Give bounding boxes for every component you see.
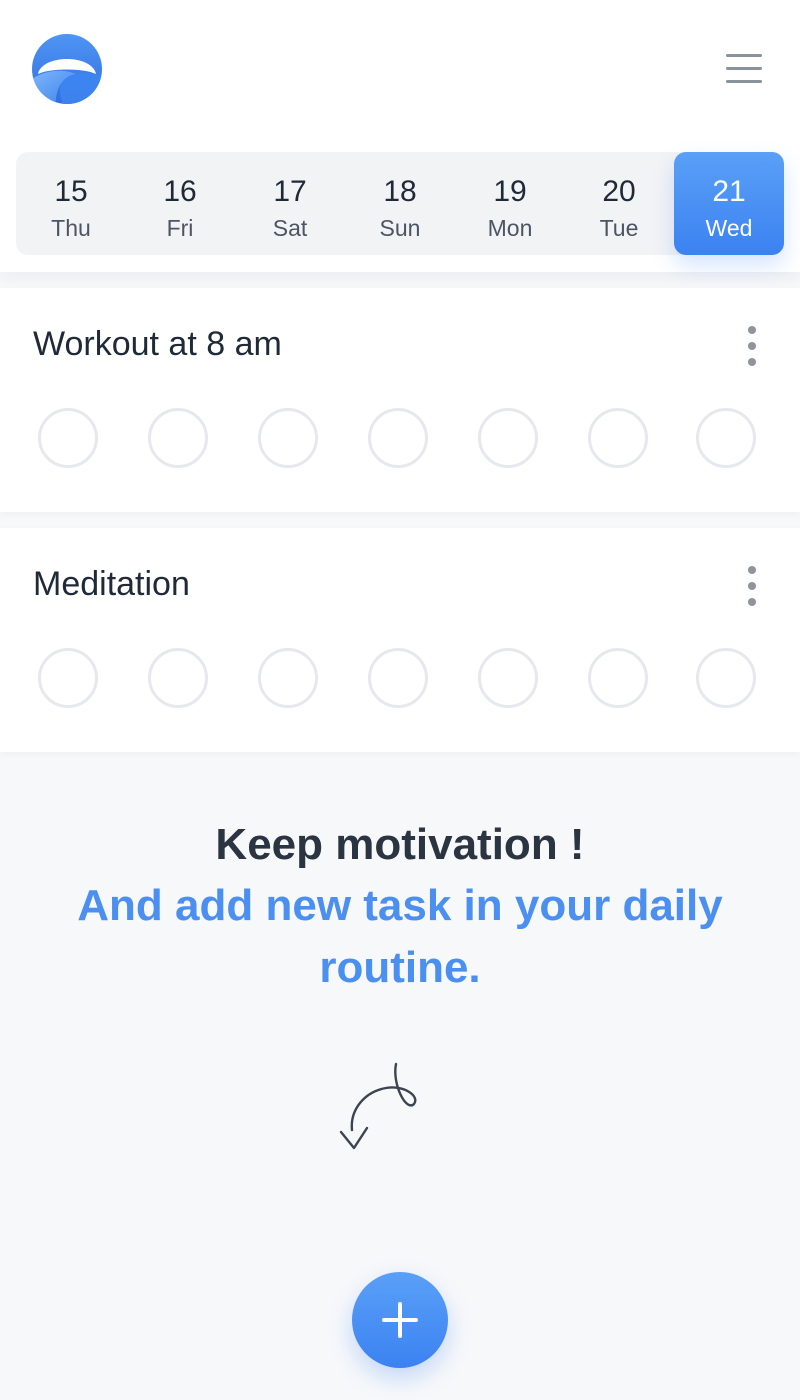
day-check-circle[interactable] — [588, 408, 648, 468]
day-18[interactable]: 18 Sun — [345, 152, 455, 255]
day-check-circle[interactable] — [478, 408, 538, 468]
day-weekday: Sat — [272, 215, 308, 241]
day-check-circle[interactable] — [258, 648, 318, 708]
day-number: 16 — [163, 175, 197, 208]
task-title: Workout at 8 am — [33, 325, 282, 363]
day-21-selected[interactable]: 21 Wed — [674, 152, 784, 255]
menu-bar — [726, 54, 762, 57]
curly-arrow-down-icon — [339, 1062, 417, 1150]
more-vertical-icon[interactable] — [738, 564, 766, 608]
motivation-heading: Keep motivation ! — [215, 820, 585, 869]
day-19[interactable]: 19 Mon — [455, 152, 565, 255]
menu-bar — [726, 80, 762, 83]
task-title: Meditation — [33, 565, 190, 603]
day-number: 18 — [383, 175, 417, 208]
day-check-circle[interactable] — [696, 408, 756, 468]
day-check-circle[interactable] — [478, 648, 538, 708]
task-card-workout: Workout at 8 am — [0, 288, 800, 512]
app-header: 15 Thu 16 Fri 17 Sat 18 Sun 19 Mon 20 Tu… — [0, 0, 800, 272]
motivation-subheading: And add new task in your daily routine. — [77, 881, 723, 992]
day-number: 15 — [54, 175, 88, 208]
hamburger-menu-button[interactable] — [722, 48, 766, 88]
day-check-circle[interactable] — [696, 648, 756, 708]
day-17[interactable]: 17 Sat — [235, 152, 345, 255]
day-check-circle[interactable] — [368, 648, 428, 708]
day-check-circle[interactable] — [38, 408, 98, 468]
day-check-circle[interactable] — [368, 408, 428, 468]
day-weekday: Tue — [599, 215, 639, 241]
day-weekday: Thu — [51, 215, 91, 241]
day-weekday: Mon — [487, 215, 533, 241]
day-number: 20 — [602, 175, 636, 208]
add-task-button[interactable] — [352, 1272, 448, 1368]
day-16[interactable]: 16 Fri — [125, 152, 235, 255]
day-check-circle[interactable] — [38, 648, 98, 708]
date-strip: 15 Thu 16 Fri 17 Sat 18 Sun 19 Mon 20 Tu… — [16, 152, 784, 255]
sun-horizon-logo-icon[interactable] — [32, 34, 102, 104]
day-number: 19 — [493, 175, 527, 208]
day-check-circle[interactable] — [148, 408, 208, 468]
day-15[interactable]: 15 Thu — [16, 152, 126, 255]
day-number: 17 — [273, 175, 307, 208]
day-weekday: Fri — [166, 215, 194, 241]
plus-icon — [382, 1302, 418, 1338]
day-check-circle[interactable] — [258, 408, 318, 468]
day-check-circle[interactable] — [148, 648, 208, 708]
day-check-circle[interactable] — [588, 648, 648, 708]
more-vertical-icon[interactable] — [738, 324, 766, 368]
day-20[interactable]: 20 Tue — [564, 152, 674, 255]
menu-bar — [726, 67, 762, 70]
day-weekday: Wed — [705, 215, 753, 241]
day-weekday: Sun — [379, 215, 421, 241]
day-number: 21 — [712, 175, 746, 208]
empty-state-message: Keep motivation ! And add new task in yo… — [0, 815, 800, 999]
task-card-meditation: Meditation — [0, 528, 800, 752]
